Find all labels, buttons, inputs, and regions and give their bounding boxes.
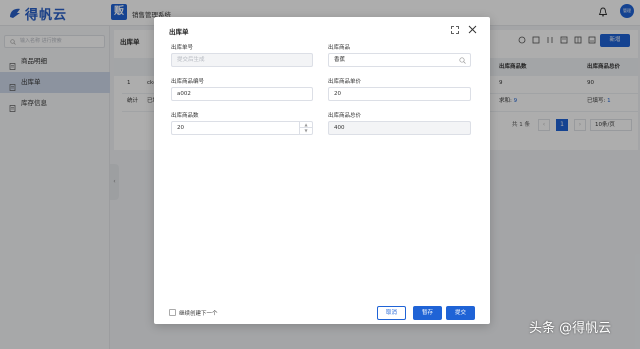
unit-price-value: 20 xyxy=(334,91,341,97)
cancel-button[interactable]: 取消 xyxy=(377,306,406,320)
product-value: 香蕉 xyxy=(334,57,346,63)
continue-checkbox[interactable] xyxy=(169,309,176,316)
product-code-value: a002 xyxy=(177,91,191,97)
product-code-label: 出库商品编号 xyxy=(171,79,205,85)
quantity-label: 出库商品数 xyxy=(171,113,199,119)
quantity-value: 20 xyxy=(177,125,184,131)
total-price-field: 400 xyxy=(328,121,471,135)
stepper-controls: ▲ ▼ xyxy=(299,122,312,134)
outbound-dialog: 出库单 出库单号 提交后生成 出库商品 香蕉 出库商品编号 a002 出库商品单… xyxy=(154,17,490,324)
dialog-title: 出库单 xyxy=(169,28,189,36)
total-price-label: 出库商品总价 xyxy=(328,113,362,119)
order-no-label: 出库单号 xyxy=(171,45,194,51)
product-label: 出库商品 xyxy=(328,45,351,51)
maximize-icon[interactable] xyxy=(451,26,459,34)
product-select[interactable]: 香蕉 xyxy=(328,53,471,67)
order-no-placeholder: 提交后生成 xyxy=(177,57,205,63)
watermark: 头条 @得帆云 xyxy=(529,321,612,336)
search-icon[interactable] xyxy=(459,57,466,64)
submit-button[interactable]: 提交 xyxy=(446,306,475,320)
unit-price-field[interactable]: 20 xyxy=(328,87,471,101)
continue-checkbox-label[interactable]: 继续创建下一个 xyxy=(179,309,218,317)
order-no-field: 提交后生成 xyxy=(171,53,313,67)
total-price-value: 400 xyxy=(334,125,345,131)
close-icon[interactable] xyxy=(468,25,477,34)
product-code-field[interactable]: a002 xyxy=(171,87,313,101)
unit-price-label: 出库商品单价 xyxy=(328,79,362,85)
stage-button[interactable]: 暂存 xyxy=(413,306,442,320)
chevron-down-icon[interactable]: ▼ xyxy=(300,128,312,134)
quantity-stepper[interactable]: 20 ▲ ▼ xyxy=(171,121,313,135)
